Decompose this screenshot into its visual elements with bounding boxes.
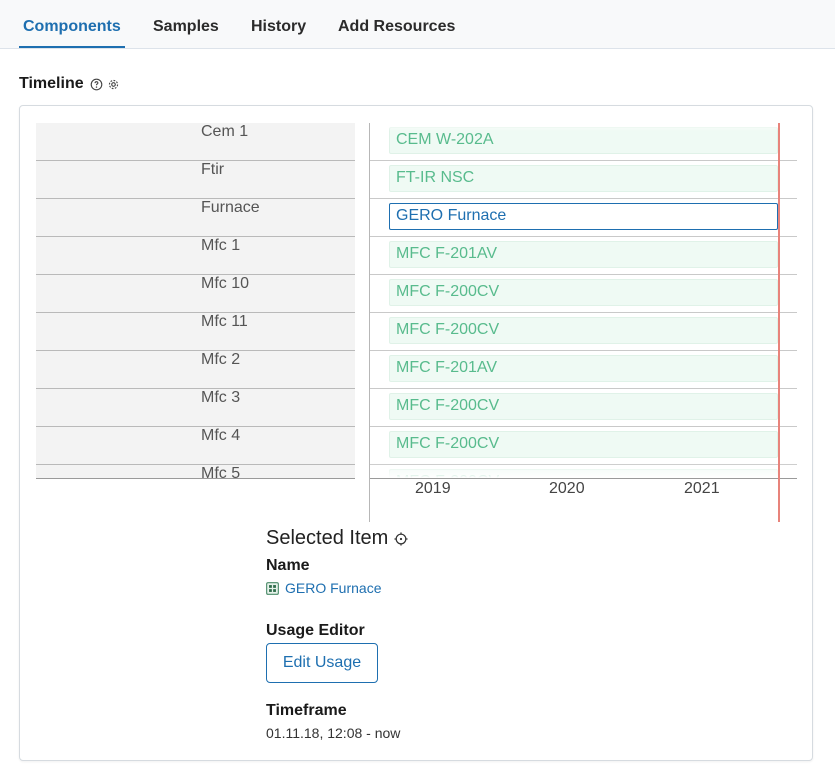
timeline-year-2021: 2021	[684, 480, 720, 497]
timeline-labels-divider	[36, 478, 355, 479]
selected-item-name-link[interactable]: GERO Furnace	[266, 580, 381, 596]
timeline-group-label: Mfc 3	[201, 389, 241, 406]
timeline-group-row: Mfc 1	[36, 237, 355, 275]
name-label: Name	[266, 557, 310, 574]
timeframe-label: Timeframe	[266, 702, 347, 719]
timeline-group-row: Mfc 11	[36, 313, 355, 351]
timeline-group-label: Cem 1	[201, 123, 249, 140]
timeline-item-bar[interactable]: MFC F-200CV	[389, 317, 778, 344]
timeline-group-labels: Cem 1 Ftir Furnace Mfc 1 Mfc 10 Mfc 11 Mfc 2 Mf…	[36, 123, 355, 479]
timeline-title: Timeline	[19, 75, 84, 92]
timeline-item-row: MFC F-200CV	[370, 427, 797, 465]
crosshair-icon[interactable]	[394, 531, 408, 546]
timeline-item-bar[interactable]: MFC F-201AV	[389, 241, 778, 268]
timeline-group-row: Ftir	[36, 161, 355, 199]
timeline-item-row: FT-IR NSC	[370, 161, 797, 199]
timeline-item-row: MFC F-200CV	[370, 275, 797, 313]
timeline-item-row: MFC F-201AV	[370, 237, 797, 275]
timeline-heading: Timeline	[19, 75, 120, 93]
timeline-group-row: Mfc 10	[36, 275, 355, 313]
timeline-group-row: Mfc 5	[36, 465, 355, 479]
timeline-year-2019: 2019	[415, 480, 451, 497]
timeline-item-row: MFC F-201AV	[370, 351, 797, 389]
timeline-item-row: MFC F-200CV	[370, 465, 797, 479]
edit-usage-button[interactable]: Edit Usage	[266, 643, 378, 683]
timeline-item-bar[interactable]: GERO Furnace	[389, 203, 778, 230]
timeline-item-bar[interactable]: CEM W-202A	[389, 127, 778, 154]
timeline-group-label: Furnace	[201, 199, 260, 216]
tab-samples[interactable]: Samples	[153, 0, 219, 48]
timeline-item-bar[interactable]: FT-IR NSC	[389, 165, 778, 192]
question-circle-icon[interactable]	[90, 78, 103, 91]
timeline-axis-line	[370, 478, 797, 479]
timeline-group-row: Mfc 2	[36, 351, 355, 389]
timeline-now-marker	[778, 123, 780, 522]
timeline-group-label: Ftir	[201, 161, 225, 178]
tab-bar: Components Samples History Add Resources	[0, 0, 835, 49]
timeline-item-bar[interactable]: MFC F-201AV	[389, 355, 778, 382]
timeline-item-row: GERO Furnace	[370, 199, 797, 237]
timeline-group-row: Mfc 4	[36, 427, 355, 465]
timeline-group-row: Mfc 3	[36, 389, 355, 427]
selected-item-name[interactable]: GERO Furnace	[285, 580, 381, 596]
timeline-group-label: Mfc 2	[201, 351, 241, 368]
timeline-item-bar[interactable]: MFC F-200CV	[389, 431, 778, 458]
timeline-card: Cem 1 Ftir Furnace Mfc 1 Mfc 10 Mfc 11 Mfc 2 Mf…	[19, 105, 813, 761]
timeline-group-row: Cem 1	[36, 123, 355, 161]
timeline-group-label: Mfc 4	[201, 427, 241, 444]
selected-item-heading: Selected Item	[266, 527, 408, 550]
gear-icon[interactable]	[107, 78, 120, 91]
usage-editor-label: Usage Editor	[266, 622, 365, 639]
timeline-item-bar[interactable]: MFC F-200CV	[389, 393, 778, 420]
selected-item-title: Selected Item	[266, 527, 389, 549]
timeline-item-row: MFC F-200CV	[370, 313, 797, 351]
tab-components[interactable]: Components	[19, 0, 125, 48]
timeline-item-bar[interactable]: MFC F-200CV	[389, 279, 778, 306]
timeline-item-row: MFC F-200CV	[370, 389, 797, 427]
timeline-group-label: Mfc 10	[201, 275, 250, 292]
timeline-item-row: CEM W-202A	[370, 123, 797, 161]
timeline-year-2020: 2020	[549, 480, 585, 497]
tab-history[interactable]: History	[251, 0, 306, 48]
timeline-group-row: Furnace	[36, 199, 355, 237]
timeline-items[interactable]: CEM W-202A FT-IR NSC GERO Furnace MFC F-201…	[370, 123, 797, 479]
tab-add-resources[interactable]: Add Resources	[338, 0, 455, 48]
timeline-group-label: Mfc 5	[201, 465, 241, 479]
timeline-group-label: Mfc 11	[201, 313, 248, 330]
timeline-group-label: Mfc 1	[201, 237, 241, 254]
timeframe-value: 01.11.18, 12:08 - now	[266, 725, 401, 741]
instrument-grid-icon	[266, 581, 279, 595]
